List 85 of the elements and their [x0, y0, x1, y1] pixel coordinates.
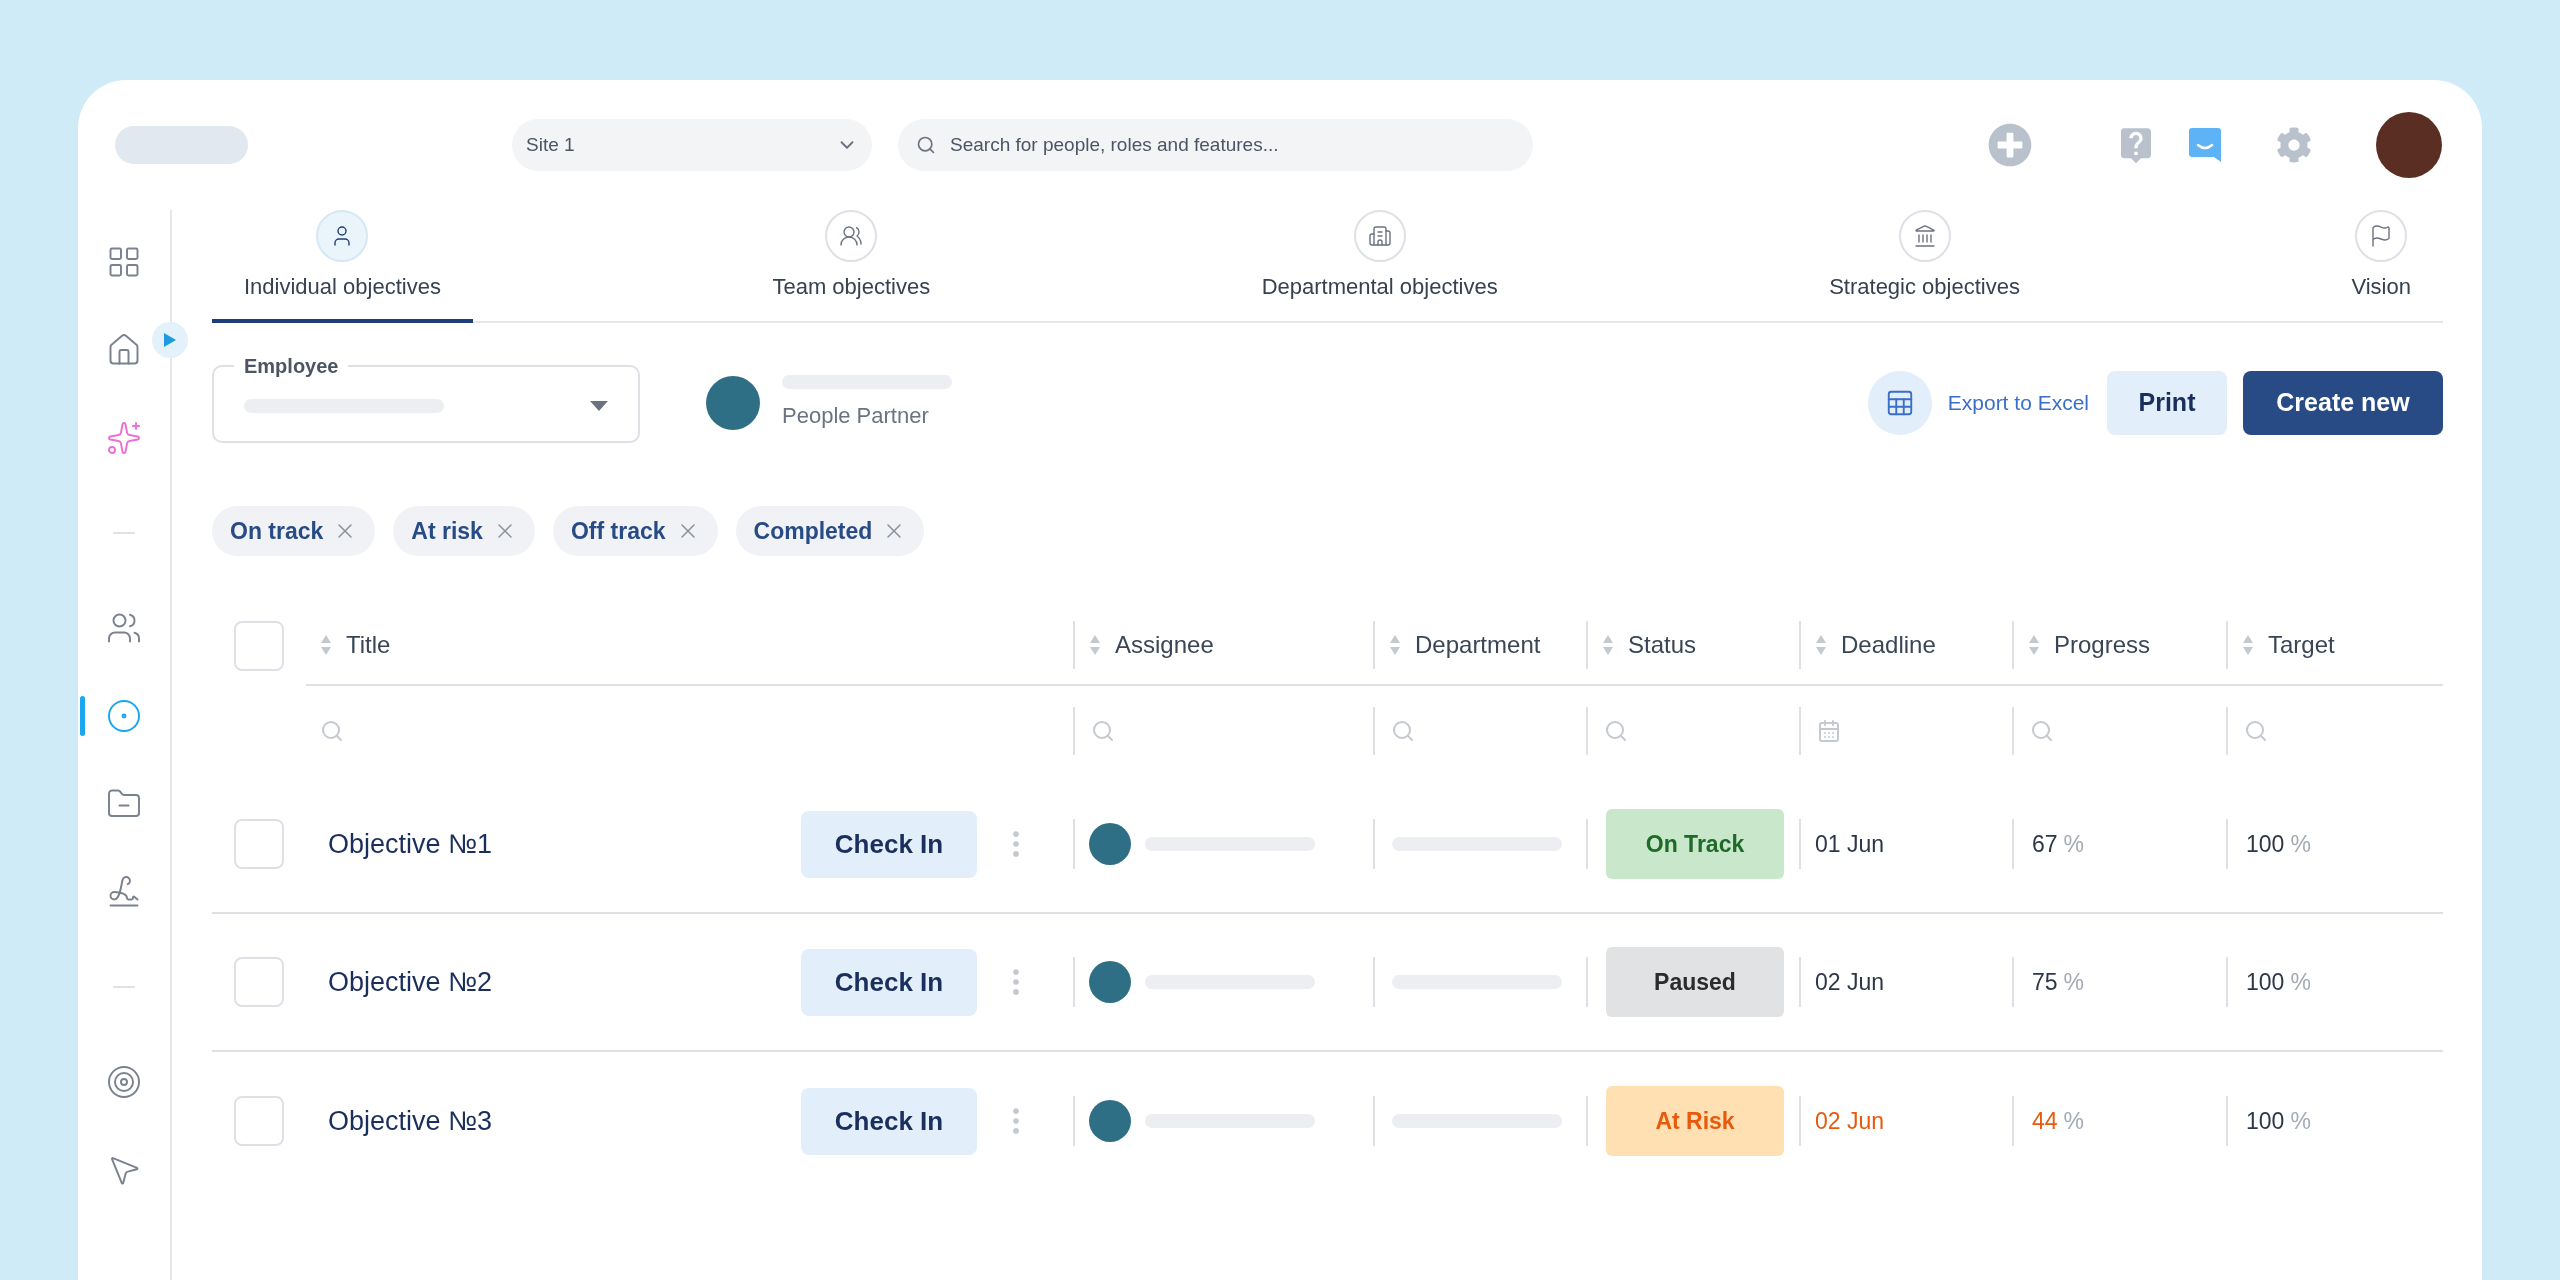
filter-chip[interactable]: Off track [552, 506, 718, 556]
search-icon[interactable] [1604, 719, 1628, 743]
calendar-icon[interactable] [1817, 719, 1841, 743]
active-indicator [80, 696, 85, 736]
sort-icon[interactable] [1089, 634, 1101, 656]
deadline-text: 02 Jun [1815, 967, 1885, 997]
progress-value: 44 [2032, 1106, 2058, 1136]
tab[interactable]: Departmental objectives [1229, 210, 1530, 323]
export-link[interactable]: Export to Excel [1947, 387, 2089, 419]
target-value: 100 [2246, 829, 2285, 859]
create-button[interactable]: Create new [2243, 371, 2443, 435]
avatar [1089, 961, 1131, 1003]
checkbox[interactable] [234, 621, 284, 671]
column-header[interactable]: Progress [2054, 627, 2151, 663]
filter-chip[interactable]: Completed [735, 506, 925, 556]
search-icon [916, 135, 936, 155]
tab[interactable]: Individual objectives [212, 210, 473, 323]
settings-icon[interactable] [2276, 127, 2312, 163]
tab[interactable]: Team objectives [740, 210, 963, 323]
triangle-right-icon [163, 332, 177, 348]
sort-icon[interactable] [1815, 634, 1827, 656]
avatar [706, 376, 760, 430]
percent-sign: % [2290, 1106, 2311, 1136]
add-icon[interactable] [1988, 123, 2032, 167]
avatar [1089, 1100, 1131, 1142]
sparkles-icon[interactable] [106, 420, 142, 456]
role-label: People Partner [782, 401, 930, 430]
column-header[interactable]: Status [1628, 627, 1697, 663]
progress-value: 75 [2032, 967, 2058, 997]
print-button[interactable]: Print [2107, 371, 2227, 435]
percent-sign: % [2290, 829, 2311, 859]
flag-icon [2355, 210, 2408, 262]
search-field[interactable]: Search for people, roles and features... [898, 119, 1533, 171]
checkbox[interactable] [234, 957, 284, 1007]
progress-value: 67 [2032, 829, 2058, 859]
target-value: 100 [2246, 967, 2285, 997]
target-value: 100 [2246, 1106, 2285, 1136]
sort-icon[interactable] [320, 634, 332, 656]
search-icon[interactable] [2244, 719, 2268, 743]
checkbox[interactable] [234, 1096, 284, 1146]
percent-sign: % [2063, 1106, 2085, 1136]
tab[interactable]: Strategic objectives [1797, 210, 2052, 323]
field-label: Employee [243, 354, 340, 379]
status-badge: At Risk [1606, 1086, 1784, 1156]
column-header[interactable]: Department [1415, 627, 1541, 663]
search-icon[interactable] [1091, 719, 1115, 743]
bank-icon [1898, 210, 1951, 262]
status-badge: Paused [1606, 947, 1784, 1017]
check-in-button[interactable]: Check In [801, 1087, 977, 1155]
tab[interactable]: Vision [2319, 210, 2443, 323]
caret-down-icon [590, 401, 608, 411]
deadline-text: 01 Jun [1815, 829, 1885, 859]
person-icon [316, 210, 369, 262]
column-header[interactable]: Title [346, 627, 391, 663]
avatar [1089, 823, 1131, 865]
target-icon[interactable] [106, 698, 142, 734]
search-icon[interactable] [1391, 719, 1415, 743]
deadline-text: 02 Jun [1815, 1106, 1885, 1136]
objective-title[interactable]: Objective №2 [328, 961, 493, 1003]
check-in-button[interactable]: Check In [801, 948, 977, 1016]
search-icon[interactable] [2030, 719, 2054, 743]
checkbox[interactable] [234, 819, 284, 869]
column-header[interactable]: Target [2268, 627, 2335, 663]
objective-title[interactable]: Objective №1 [328, 823, 493, 865]
site-select[interactable]: Site 1 [512, 119, 872, 171]
check-in-button[interactable]: Check In [801, 810, 977, 878]
status-badge: On Track [1606, 809, 1784, 879]
team-icon [825, 210, 878, 262]
percent-sign: % [2063, 967, 2085, 997]
column-header[interactable]: Assignee [1115, 627, 1214, 663]
chat-icon[interactable] [2188, 126, 2222, 164]
sidebar-toggle[interactable] [152, 322, 188, 358]
percent-sign: % [2063, 829, 2085, 859]
sort-icon[interactable] [1389, 634, 1401, 656]
sort-icon[interactable] [2028, 634, 2040, 656]
objective-title[interactable]: Objective №3 [328, 1100, 493, 1142]
sort-icon[interactable] [1602, 634, 1614, 656]
filter-chip[interactable]: On track [212, 506, 376, 556]
target-icon[interactable] [106, 1064, 142, 1100]
search-icon[interactable] [320, 719, 344, 743]
percent-sign: % [2290, 967, 2311, 997]
filter-chip[interactable]: At risk [393, 506, 535, 556]
building-icon [1353, 210, 1406, 262]
column-header[interactable]: Deadline [1841, 627, 1936, 663]
sort-icon[interactable] [2242, 634, 2254, 656]
